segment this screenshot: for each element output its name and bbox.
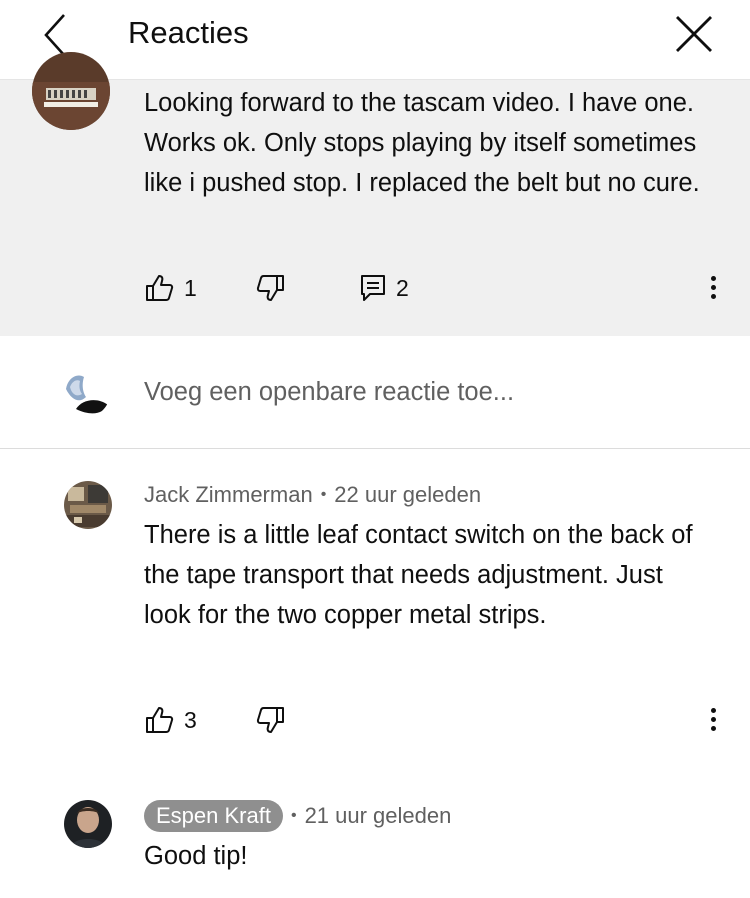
more-options-button[interactable] <box>699 700 729 740</box>
more-icon <box>711 708 716 713</box>
reply-button[interactable]: 2 <box>360 268 409 308</box>
header-bar: Reacties <box>0 0 750 80</box>
thumbs-up-icon <box>146 707 174 733</box>
parent-comment: Looking forward to the tascam video. I h… <box>0 52 750 336</box>
add-comment-input[interactable] <box>144 372 704 412</box>
avatar <box>62 369 110 417</box>
add-comment-row <box>0 336 750 449</box>
thumbs-down-icon <box>256 275 284 301</box>
timestamp: 21 uur geleden <box>304 803 452 828</box>
dislike-button[interactable] <box>256 268 286 308</box>
thumbs-up-icon <box>146 275 174 301</box>
avatar[interactable] <box>64 800 112 848</box>
comment-actions: 3 <box>144 700 734 740</box>
like-button[interactable]: 3 <box>144 700 197 740</box>
close-button[interactable] <box>672 12 716 56</box>
more-icon <box>711 276 716 281</box>
creator-badge[interactable]: Espen Kraft <box>144 800 283 832</box>
comment-icon <box>361 275 385 301</box>
dislike-button[interactable] <box>256 700 286 740</box>
comment-actions: 1 2 <box>144 268 734 308</box>
page-title: Reacties <box>128 15 249 50</box>
comment-text: Good tip! <box>144 842 248 870</box>
avatar[interactable] <box>32 52 110 130</box>
comment-meta: Espen Kraft • 21 uur geleden <box>144 800 451 832</box>
timestamp: 22 uur geleden <box>334 482 482 507</box>
comment-text: There is a little leaf contact switch on… <box>144 521 693 629</box>
thumbs-down-icon <box>256 707 284 733</box>
avatar[interactable] <box>64 481 112 529</box>
like-button[interactable]: 1 <box>144 268 197 308</box>
author-name[interactable]: Jack Zimmerman <box>144 482 313 508</box>
reply-count: 2 <box>396 274 409 301</box>
like-count: 3 <box>184 706 197 733</box>
comment-meta: Jack Zimmerman • 22 uur geleden <box>144 479 481 511</box>
like-count: 1 <box>184 274 197 301</box>
close-icon <box>676 16 712 52</box>
comment-text: Looking forward to the tascam video. I h… <box>144 89 700 197</box>
separator-dot: • <box>290 807 297 824</box>
separator-dot: • <box>320 486 327 503</box>
more-options-button[interactable] <box>699 268 729 308</box>
